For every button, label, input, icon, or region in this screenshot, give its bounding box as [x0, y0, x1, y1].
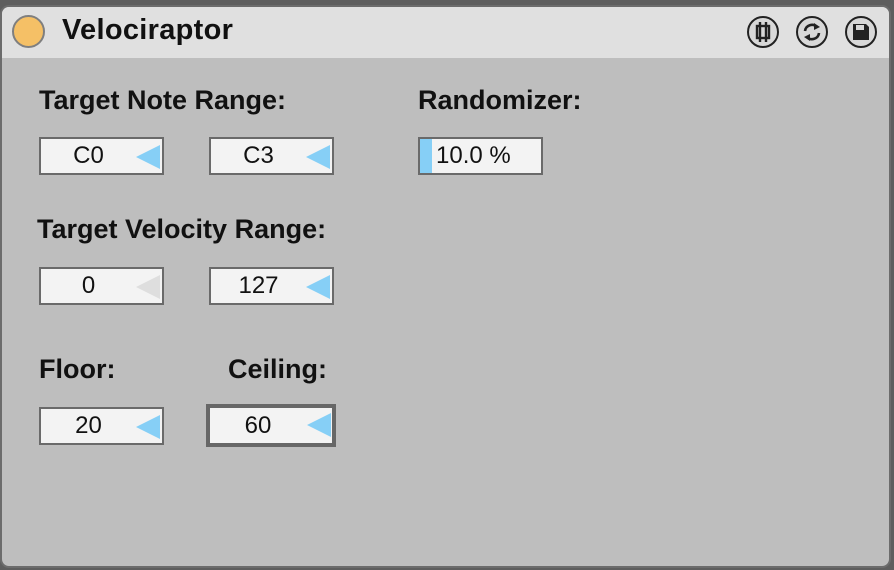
save-preset-icon[interactable] [845, 16, 877, 48]
triangle-indicator-icon [136, 415, 160, 439]
note-range-low-box[interactable]: C0 [39, 137, 164, 175]
velocity-range-low-box[interactable]: 0 [39, 267, 164, 305]
velocity-range-high-value: 127 [238, 272, 279, 299]
triangle-indicator-icon [306, 275, 330, 299]
hot-swap-icon[interactable] [796, 16, 828, 48]
velocity-range-label: Target Velocity Range: [37, 214, 327, 244]
floor-box[interactable]: 20 [39, 407, 164, 445]
ceiling-box[interactable]: 60 [206, 404, 336, 447]
triangle-indicator-icon [136, 145, 160, 169]
velocity-range-high-box[interactable]: 127 [209, 267, 334, 305]
note-range-low-value: C0 [73, 142, 104, 169]
device-power-toggle[interactable] [12, 15, 45, 48]
velocity-range-low-value: 0 [81, 272, 96, 299]
randomizer-slider[interactable]: 10.0 % [418, 137, 543, 175]
floor-value: 20 [75, 412, 102, 439]
device-title-bar[interactable]: Velociraptor [2, 7, 889, 58]
note-range-high-value: C3 [243, 142, 274, 169]
ceiling-label: Ceiling: [228, 354, 327, 384]
note-range-label: Target Note Range: [39, 85, 287, 115]
triangle-indicator-icon [306, 145, 330, 169]
note-range-high-box[interactable]: C3 [209, 137, 334, 175]
randomizer-fill [420, 139, 433, 173]
triangle-indicator-icon [307, 413, 331, 437]
device-title: Velociraptor [62, 14, 234, 46]
freeze-icon[interactable] [747, 16, 779, 48]
triangle-indicator-icon [136, 275, 160, 299]
device-panel: Velociraptor Target Note Range: C0 C3 Ra… [0, 5, 891, 568]
randomizer-label: Randomizer: [418, 85, 582, 115]
randomizer-value: 10.0 % [436, 142, 511, 169]
ceiling-value: 60 [244, 412, 272, 439]
floor-label: Floor: [39, 354, 116, 384]
